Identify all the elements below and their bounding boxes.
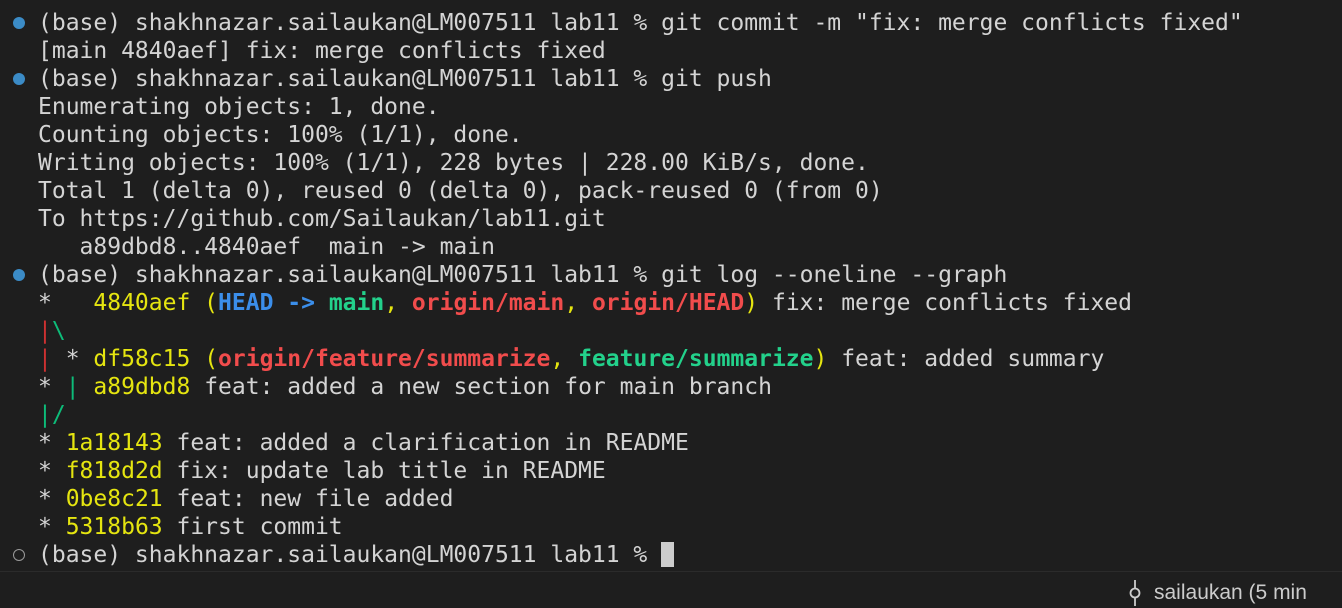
terminal-text-segment: \ — [51, 318, 66, 344]
terminal-text-segment: feature/summarize — [578, 346, 814, 372]
terminal-text-segment: ) — [744, 290, 759, 316]
output-line: To https://github.com/Sailaukan/lab11.gi… — [0, 205, 1342, 233]
output-line: * 5318b63 first commit — [0, 513, 1342, 541]
terminal-text-segment: (base) shakhnazar.sailaukan@LM007511 lab… — [38, 10, 1243, 36]
terminal-text-segment: 5318b63 — [65, 514, 163, 540]
terminal-text-segment: * — [38, 374, 66, 400]
terminal-text-segment: * — [51, 346, 94, 372]
command-line: (base) shakhnazar.sailaukan@LM007511 lab… — [0, 541, 1342, 569]
output-line: * 4840aef (HEAD -> main, origin/main, or… — [0, 289, 1342, 317]
terminal-text-segment: first commit — [162, 514, 343, 540]
terminal-text-segment: ) — [813, 346, 828, 372]
output-line: * 0be8c21 feat: new file added — [0, 485, 1342, 513]
terminal-text-segment: (base) shakhnazar.sailaukan@LM007511 lab… — [38, 262, 1008, 288]
terminal-text-segment: ( — [190, 290, 219, 316]
terminal-text-segment: Enumerating objects: 1, done. — [38, 94, 440, 120]
command-decoration-icon[interactable] — [13, 17, 25, 29]
terminal-text-segment: 4840aef — [93, 290, 191, 316]
terminal-text-segment: 0be8c21 — [65, 486, 163, 512]
terminal-output: (base) shakhnazar.sailaukan@LM007511 lab… — [0, 9, 1342, 569]
terminal-text-segment: origin/feature/summarize — [218, 346, 551, 372]
git-blame-status[interactable]: sailaukan (5 min — [1126, 578, 1307, 608]
terminal-text-segment: * — [38, 486, 66, 512]
output-line: a89dbd8..4840aef main -> main — [0, 233, 1342, 261]
terminal-text-segment: a89dbd8..4840aef main -> main — [38, 234, 495, 260]
terminal-text-segment: Writing objects: 100% (1/1), 228 bytes |… — [38, 150, 869, 176]
terminal-text-segment: Total 1 (delta 0), reused 0 (delta 0), p… — [38, 178, 883, 204]
output-line: * | a89dbd8 feat: added a new section fo… — [0, 373, 1342, 401]
output-line: Enumerating objects: 1, done. — [0, 93, 1342, 121]
terminal-text-segment: df58c15 — [93, 346, 191, 372]
output-line: * 1a18143 feat: added a clarification in… — [0, 429, 1342, 457]
command-line: (base) shakhnazar.sailaukan@LM007511 lab… — [0, 65, 1342, 93]
output-line: Writing objects: 100% (1/1), 228 bytes |… — [0, 149, 1342, 177]
output-line: Counting objects: 100% (1/1), done. — [0, 121, 1342, 149]
terminal-text-segment: feat: added a new section for main branc… — [190, 374, 772, 400]
terminal-text-segment: , — [384, 290, 412, 316]
terminal-text-segment: * — [38, 514, 66, 540]
git-commit-icon — [1129, 580, 1141, 606]
output-line: Total 1 (delta 0), reused 0 (delta 0), p… — [0, 177, 1342, 205]
command-pending-decoration-icon[interactable] — [13, 549, 25, 561]
terminal-cursor — [661, 542, 675, 567]
terminal-text-segment: a89dbd8 — [93, 374, 191, 400]
terminal-text-segment: feat: new file added — [162, 486, 454, 512]
terminal-text-segment: origin/main — [411, 290, 565, 316]
terminal-text-segment: 1a18143 — [65, 430, 163, 456]
command-line: (base) shakhnazar.sailaukan@LM007511 lab… — [0, 261, 1342, 289]
output-line: [main 4840aef] fix: merge conflicts fixe… — [0, 37, 1342, 65]
output-line: * f818d2d fix: update lab title in READM… — [0, 457, 1342, 485]
terminal-text-segment: |/ — [38, 402, 66, 428]
terminal-text-segment: feat: added a clarification in README — [162, 430, 689, 456]
terminal-panel[interactable]: (base) shakhnazar.sailaukan@LM007511 lab… — [0, 0, 1342, 608]
terminal-text-segment: ( — [190, 346, 219, 372]
output-line: |\ — [0, 317, 1342, 345]
terminal-text-segment: | — [38, 346, 52, 372]
terminal-text-segment: | — [38, 318, 52, 344]
output-line: | * df58c15 (origin/feature/summarize, f… — [0, 345, 1342, 373]
terminal-text-segment: HEAD -> — [218, 290, 329, 316]
terminal-text-segment: f818d2d — [65, 458, 163, 484]
terminal-text-segment: fix: merge conflicts fixed — [758, 290, 1132, 316]
command-decoration-icon[interactable] — [13, 73, 25, 85]
terminal-text-segment: , — [564, 290, 592, 316]
terminal-text-segment: origin/HEAD — [591, 290, 745, 316]
terminal-text-segment: To https://github.com/Sailaukan/lab11.gi… — [38, 206, 606, 232]
output-line: |/ — [0, 401, 1342, 429]
command-line: (base) shakhnazar.sailaukan@LM007511 lab… — [0, 9, 1342, 37]
status-divider — [0, 571, 1342, 572]
terminal-text-segment: * — [38, 430, 66, 456]
terminal-text-segment: (base) shakhnazar.sailaukan@LM007511 lab… — [38, 542, 662, 568]
terminal-text-segment: [main 4840aef] fix: merge conflicts fixe… — [38, 38, 606, 64]
git-blame-text: sailaukan (5 min — [1154, 581, 1307, 604]
terminal-text-segment: feat: added summary — [827, 346, 1105, 372]
terminal-text-segment: * — [38, 290, 94, 316]
terminal-text-segment: fix: update lab title in README — [162, 458, 606, 484]
terminal-text-segment: * — [38, 458, 66, 484]
terminal-text-segment: main — [328, 290, 385, 316]
terminal-text-segment: , — [550, 346, 579, 372]
terminal-text-segment: (base) shakhnazar.sailaukan@LM007511 lab… — [38, 66, 772, 92]
command-decoration-icon[interactable] — [13, 269, 25, 281]
terminal-text-segment: Counting objects: 100% (1/1), done. — [38, 122, 523, 148]
terminal-text-segment: | — [65, 374, 80, 400]
